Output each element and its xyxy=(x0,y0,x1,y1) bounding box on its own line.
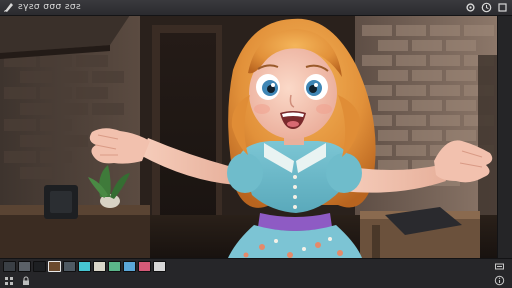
color-swatch[interactable] xyxy=(48,261,61,272)
editor-window: ƨγƨσ σσσ ƨσƨ xyxy=(0,0,512,288)
expand-icon[interactable] xyxy=(496,2,508,14)
color-swatch[interactable] xyxy=(138,261,151,272)
settings-icon[interactable] xyxy=(464,2,476,14)
color-swatch[interactable] xyxy=(78,261,91,272)
color-swatch[interactable] xyxy=(108,261,121,272)
title-bar: ƨγƨσ σσσ ƨσƨ xyxy=(0,0,512,16)
scene-render xyxy=(0,15,497,258)
minimize-icon[interactable] xyxy=(494,261,505,272)
brush-icon[interactable] xyxy=(3,1,15,13)
color-swatch[interactable] xyxy=(63,261,76,272)
window-controls xyxy=(464,1,508,14)
color-swatch[interactable] xyxy=(153,261,166,272)
canvas-viewport[interactable] xyxy=(0,15,497,258)
clock-icon[interactable] xyxy=(480,2,492,14)
color-palette xyxy=(3,261,166,273)
color-swatch[interactable] xyxy=(93,261,106,272)
color-swatch[interactable] xyxy=(3,261,16,272)
grid-icon[interactable] xyxy=(3,276,14,287)
app-title: ƨγƨσ σσσ ƨσƨ xyxy=(18,2,82,12)
color-swatch[interactable] xyxy=(123,261,136,272)
bottom-toolbar xyxy=(0,258,512,288)
bottom-right-controls xyxy=(494,261,508,286)
color-swatch[interactable] xyxy=(33,261,46,272)
info-icon[interactable] xyxy=(494,275,505,286)
lock-icon[interactable] xyxy=(20,276,31,287)
status-row xyxy=(3,275,31,287)
color-swatch[interactable] xyxy=(18,261,31,272)
side-rail xyxy=(497,15,512,258)
